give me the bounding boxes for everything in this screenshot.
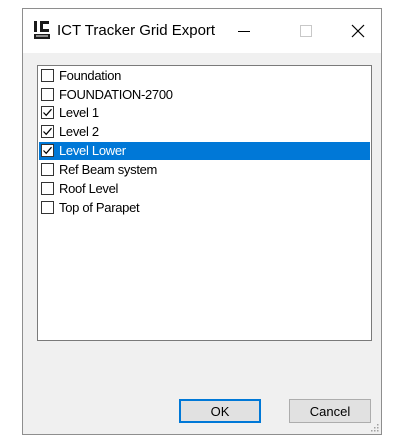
checkbox[interactable] [41,125,54,138]
resize-grip-icon[interactable] [369,422,379,432]
checkmark-icon [43,146,52,155]
maximize-icon [300,25,312,37]
list-item-selected[interactable]: Level Lower [39,142,370,160]
ict-logo-icon [33,19,51,41]
minimize-button[interactable] [221,9,267,53]
checkbox[interactable] [41,163,54,176]
close-icon [351,24,365,38]
checkbox[interactable] [41,88,54,101]
levels-listbox[interactable]: Foundation FOUNDATION-2700 Level 1 Level… [37,65,372,341]
dialog-window: ICT Tracker Grid Export Foundation FOUND… [22,8,382,435]
minimize-icon [238,31,250,32]
item-label: Ref Beam system [59,162,158,177]
item-label: Foundation [59,68,122,83]
item-label: Level 2 [59,124,99,139]
maximize-button [283,9,329,53]
checkbox[interactable] [41,106,54,119]
item-label: Roof Level [59,181,119,196]
title-bar[interactable]: ICT Tracker Grid Export [23,9,381,53]
item-label: FOUNDATION-2700 [59,87,173,102]
item-label: Top of Parapet [59,200,140,215]
list-item[interactable]: Level 2 [39,123,370,141]
checkmark-icon [43,108,52,117]
window-title: ICT Tracker Grid Export [57,22,216,39]
checkbox[interactable] [41,144,54,157]
item-label: Level 1 [59,105,99,120]
ok-button[interactable]: OK [179,399,261,423]
list-item[interactable]: Level 1 [39,104,370,122]
cancel-button[interactable]: Cancel [289,399,371,423]
item-label: Level Lower [59,143,126,158]
list-item[interactable]: FOUNDATION-2700 [39,86,370,104]
checkbox[interactable] [41,69,54,82]
list-item[interactable]: Roof Level [39,180,370,198]
checkbox[interactable] [41,201,54,214]
list-item[interactable]: Ref Beam system [39,161,370,179]
checkbox[interactable] [41,182,54,195]
list-item[interactable]: Top of Parapet [39,199,370,217]
close-button[interactable] [335,9,381,53]
list-item[interactable]: Foundation [39,67,370,85]
checkmark-icon [43,127,52,136]
